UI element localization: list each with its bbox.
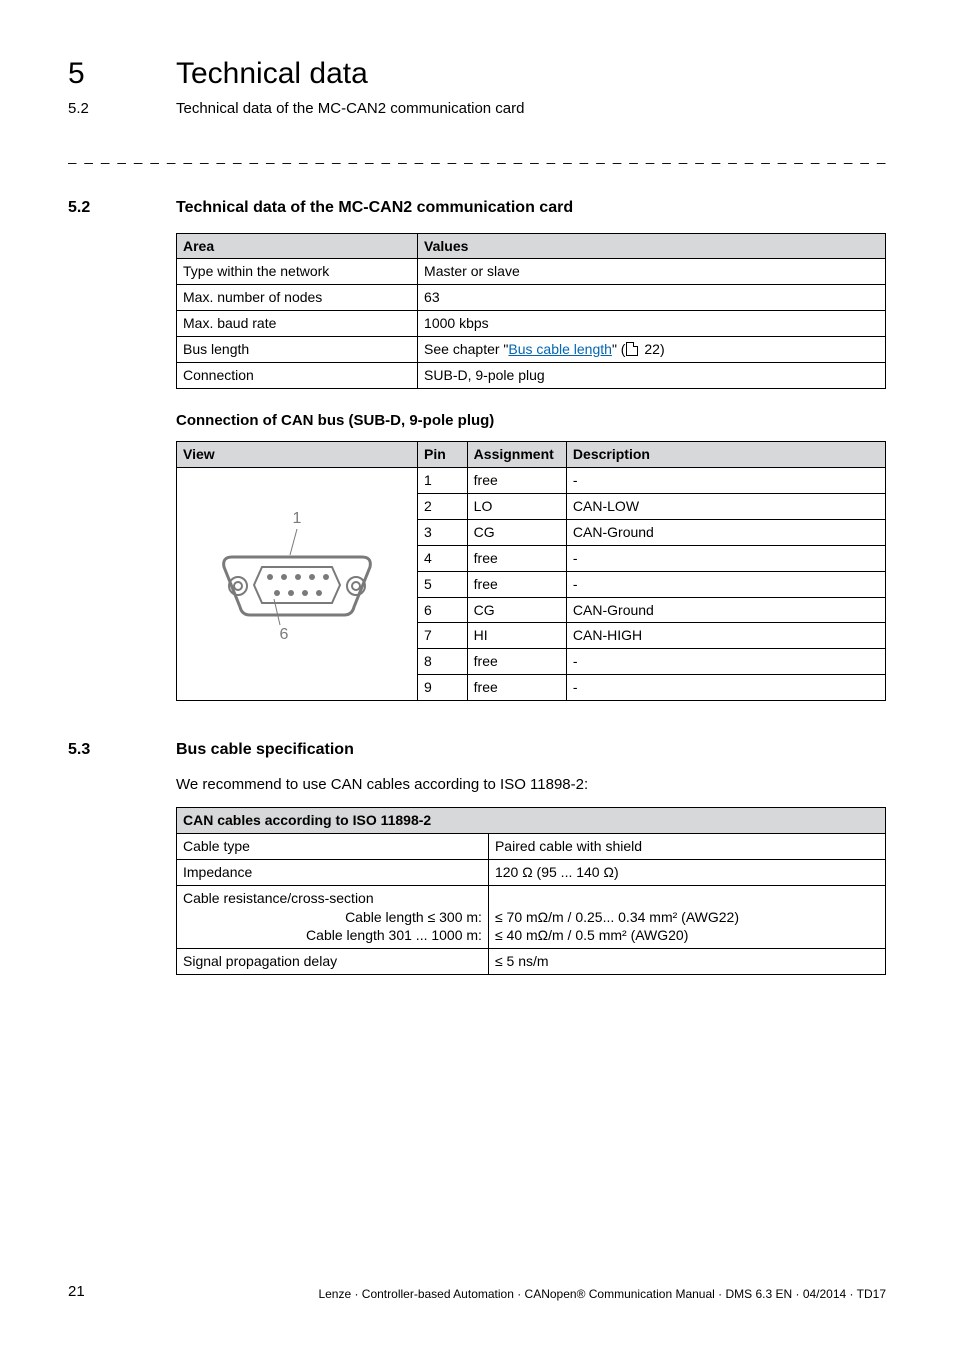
section-5-3-number: 5.3 — [68, 739, 176, 761]
table-row: Max. number of nodes 63 — [177, 285, 886, 311]
bus-cable-spec-table: CAN cables according to ISO 11898-2 Cabl… — [176, 807, 886, 975]
th-pin: Pin — [418, 442, 468, 468]
footer-text: Lenze · Controller-based Automation · CA… — [318, 1286, 886, 1302]
table-row: Impedance 120 Ω (95 ... 140 Ω) — [177, 859, 886, 885]
th-area: Area — [177, 233, 418, 259]
section-5-2-number: 5.2 — [68, 197, 176, 219]
section-5-2-title: Technical data of the MC-CAN2 communicat… — [176, 197, 573, 219]
th-values: Values — [418, 233, 886, 259]
connector-diagram: 1 — [177, 468, 418, 701]
section-5-3-title: Bus cable specification — [176, 739, 354, 761]
table-row: Max. baud rate 1000 kbps — [177, 311, 886, 337]
svg-text:6: 6 — [280, 626, 289, 643]
svg-text:1: 1 — [293, 510, 302, 527]
subsection-number: 5.2 — [68, 99, 176, 119]
table-row: 1 — [177, 468, 886, 494]
subd-connector-icon: 1 — [212, 507, 382, 657]
table-row: Signal propagation delay ≤ 5 ns/m — [177, 949, 886, 975]
connection-heading: Connection of CAN bus (SUB-D, 9-pole plu… — [176, 411, 886, 431]
table-row: Connection SUB-D, 9-pole plug — [177, 363, 886, 389]
th-can-cables: CAN cables according to ISO 11898-2 — [177, 807, 886, 833]
separator-dashes: _ _ _ _ _ _ _ _ _ _ _ _ _ _ _ _ _ _ _ _ … — [68, 147, 886, 167]
tech-data-table: Area Values Type within the network Mast… — [176, 233, 886, 389]
chapter-title: Technical data — [176, 54, 368, 95]
section-5-3-intro: We recommend to use CAN cables according… — [176, 775, 886, 795]
table-row: Type within the network Master or slave — [177, 259, 886, 285]
chapter-number: 5 — [68, 54, 176, 95]
table-row: Cable type Paired cable with shield — [177, 833, 886, 859]
table-row: Bus length See chapter "Bus cable length… — [177, 337, 886, 363]
table-row: Cable resistance/cross-section Cable len… — [177, 885, 886, 949]
subsection-title: Technical data of the MC-CAN2 communicat… — [176, 99, 525, 119]
th-description: Description — [566, 442, 885, 468]
page-ref-icon — [626, 342, 638, 356]
page-number: 21 — [68, 1282, 85, 1302]
connection-table: View Pin Assignment Description 1 — [176, 441, 886, 701]
th-assignment: Assignment — [467, 442, 566, 468]
th-view: View — [177, 442, 418, 468]
bus-cable-length-link[interactable]: Bus cable length — [508, 341, 612, 357]
